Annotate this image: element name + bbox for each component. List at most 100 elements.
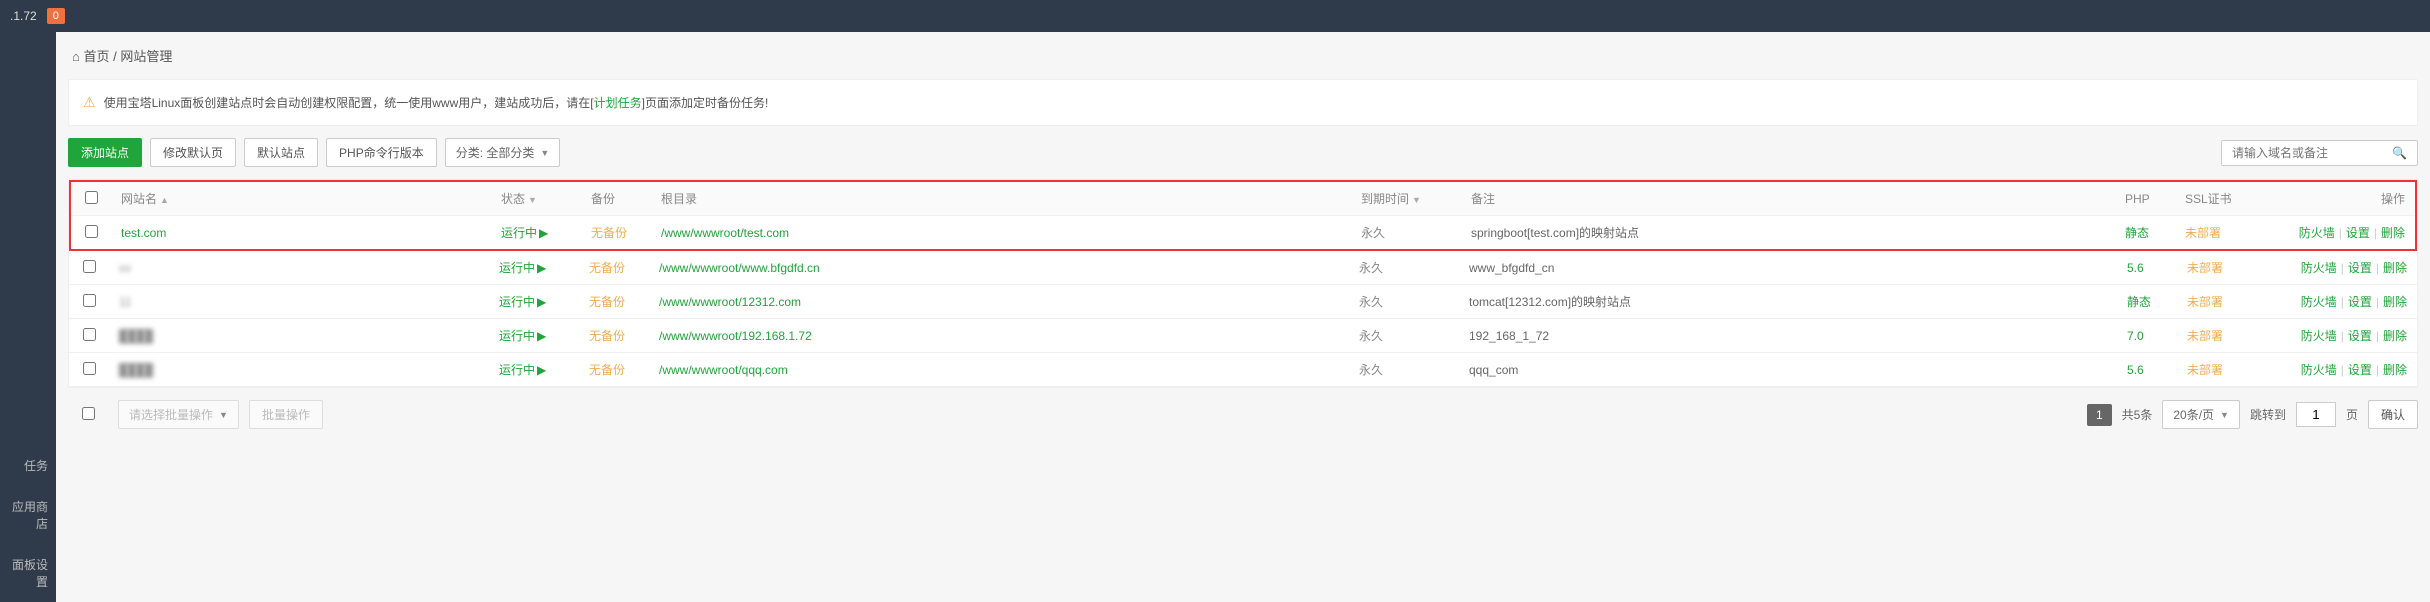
row-checkbox[interactable] bbox=[83, 294, 96, 307]
col-name[interactable]: 网站名▲ bbox=[111, 182, 491, 215]
delete-link[interactable]: 删除 bbox=[2383, 363, 2407, 377]
site-name-link[interactable]: test.com bbox=[121, 226, 166, 240]
batch-select-dropdown[interactable]: 请选择批量操作 ▼ bbox=[118, 400, 239, 429]
alert-link[interactable]: 计划任务 bbox=[594, 96, 642, 110]
sort-icon: ▼ bbox=[1412, 195, 1421, 205]
col-root: 根目录 bbox=[651, 182, 1351, 215]
status-link[interactable]: 运行中▶ bbox=[499, 329, 546, 343]
topbar: .1.72 0 bbox=[0, 0, 2430, 32]
note-text: tomcat[12312.com]的映射站点 bbox=[1469, 295, 1631, 309]
topbar-ip-suffix: .1.72 bbox=[0, 9, 47, 23]
status-link[interactable]: 运行中▶ bbox=[499, 295, 546, 309]
col-status[interactable]: 状态▼ bbox=[491, 182, 581, 215]
play-icon: ▶ bbox=[537, 261, 546, 275]
ssl-link[interactable]: 未部署 bbox=[2187, 261, 2223, 275]
expire-text: 永久 bbox=[1359, 261, 1383, 275]
alert-text-pre: 使用宝塔Linux面板创建站点时会自动创建权限配置，统一使用www用户，建站成功… bbox=[104, 96, 594, 110]
root-dir-link[interactable]: /www/wwwroot/12312.com bbox=[659, 295, 801, 309]
firewall-link[interactable]: 防火墙 bbox=[2301, 329, 2337, 343]
delete-link[interactable]: 删除 bbox=[2383, 329, 2407, 343]
sidebar-item-tasks[interactable]: 任务 bbox=[0, 445, 56, 486]
category-dropdown-label: 分类: 全部分类 bbox=[456, 144, 535, 161]
alert-panel: ⚠ 使用宝塔Linux面板创建站点时会自动创建权限配置，统一使用www用户，建站… bbox=[68, 79, 2418, 126]
php-link[interactable]: 5.6 bbox=[2127, 363, 2144, 377]
php-link[interactable]: 7.0 bbox=[2127, 329, 2144, 343]
col-php: PHP bbox=[2115, 184, 2175, 214]
play-icon: ▶ bbox=[537, 295, 546, 309]
category-dropdown[interactable]: 分类: 全部分类 ▼ bbox=[445, 138, 561, 167]
breadcrumb-home[interactable]: 首页 bbox=[83, 49, 109, 64]
php-link[interactable]: 5.6 bbox=[2127, 261, 2144, 275]
root-dir-link[interactable]: /www/wwwroot/qqq.com bbox=[659, 363, 788, 377]
default-page-button[interactable]: 修改默认页 bbox=[150, 138, 236, 167]
sidebar-item-appstore[interactable]: 应用商店 bbox=[0, 486, 56, 544]
select-all-bottom-checkbox[interactable] bbox=[82, 407, 95, 420]
firewall-link[interactable]: 防火墙 bbox=[2301, 295, 2337, 309]
root-dir-link[interactable]: /www/wwwroot/www.bfgdfd.cn bbox=[659, 261, 820, 275]
ssl-link[interactable]: 未部署 bbox=[2187, 295, 2223, 309]
main: ⌂ 首页 / 网站管理 ⚠ 使用宝塔Linux面板创建站点时会自动创建权限配置，… bbox=[56, 32, 2430, 602]
backup-link[interactable]: 无备份 bbox=[589, 363, 625, 377]
row-checkbox[interactable] bbox=[83, 362, 96, 375]
root-dir-link[interactable]: /www/wwwroot/192.168.1.72 bbox=[659, 329, 812, 343]
site-name-link[interactable]: ████ bbox=[119, 329, 153, 343]
table-row: test.com运行中▶无备份/www/wwwroot/test.com永久sp… bbox=[69, 216, 2417, 251]
firewall-link[interactable]: 防火墙 bbox=[2301, 363, 2337, 377]
delete-link[interactable]: 删除 bbox=[2381, 226, 2405, 240]
site-name-link[interactable]: vv bbox=[119, 261, 131, 275]
delete-link[interactable]: 删除 bbox=[2383, 295, 2407, 309]
expire-text: 永久 bbox=[1359, 363, 1383, 377]
select-all-checkbox[interactable] bbox=[85, 191, 98, 204]
sidebar-item-settings[interactable]: 面板设置 bbox=[0, 544, 56, 602]
site-name-link[interactable]: 11 bbox=[119, 295, 131, 309]
status-link[interactable]: 运行中▶ bbox=[499, 261, 546, 275]
row-checkbox[interactable] bbox=[83, 328, 96, 341]
play-icon: ▶ bbox=[537, 329, 546, 343]
php-cli-button[interactable]: PHP命令行版本 bbox=[326, 138, 437, 167]
backup-link[interactable]: 无备份 bbox=[589, 261, 625, 275]
sort-icon: ▲ bbox=[160, 195, 169, 205]
backup-link[interactable]: 无备份 bbox=[589, 329, 625, 343]
php-link[interactable]: 静态 bbox=[2127, 295, 2151, 309]
expire-text: 永久 bbox=[1361, 226, 1385, 240]
delete-link[interactable]: 删除 bbox=[2383, 261, 2407, 275]
ssl-link[interactable]: 未部署 bbox=[2187, 329, 2223, 343]
status-link[interactable]: 运行中▶ bbox=[499, 363, 546, 377]
col-ssl: SSL证书 bbox=[2175, 182, 2255, 215]
default-site-button[interactable]: 默认站点 bbox=[244, 138, 318, 167]
row-checkbox[interactable] bbox=[85, 225, 98, 238]
col-note: 备注 bbox=[1461, 182, 2115, 215]
pager-pagesize-dropdown[interactable]: 20条/页 ▼ bbox=[2162, 400, 2240, 429]
status-link[interactable]: 运行中▶ bbox=[501, 226, 548, 240]
settings-link[interactable]: 设置 bbox=[2348, 329, 2372, 343]
backup-link[interactable]: 无备份 bbox=[589, 295, 625, 309]
php-link[interactable]: 静态 bbox=[2125, 226, 2149, 240]
play-icon: ▶ bbox=[537, 363, 546, 377]
search-button[interactable]: 🔍 bbox=[2382, 141, 2417, 165]
backup-link[interactable]: 无备份 bbox=[591, 226, 627, 240]
ssl-link[interactable]: 未部署 bbox=[2185, 226, 2221, 240]
topbar-badge[interactable]: 0 bbox=[47, 8, 65, 24]
settings-link[interactable]: 设置 bbox=[2346, 226, 2370, 240]
firewall-link[interactable]: 防火墙 bbox=[2299, 226, 2335, 240]
table-row: 11运行中▶无备份/www/wwwroot/12312.com永久tomcat[… bbox=[69, 285, 2417, 319]
add-site-button[interactable]: 添加站点 bbox=[68, 138, 142, 167]
row-checkbox[interactable] bbox=[83, 260, 96, 273]
pager-goto-input[interactable] bbox=[2296, 402, 2336, 427]
settings-link[interactable]: 设置 bbox=[2348, 363, 2372, 377]
batch-select-label: 请选择批量操作 bbox=[129, 406, 213, 423]
pager-goto-post: 页 bbox=[2346, 406, 2358, 423]
firewall-link[interactable]: 防火墙 bbox=[2301, 261, 2337, 275]
col-expire[interactable]: 到期时间▼ bbox=[1351, 182, 1461, 215]
search-input[interactable] bbox=[2222, 141, 2382, 165]
pager-current[interactable]: 1 bbox=[2087, 404, 2112, 426]
alert-text-post: ]页面添加定时备份任务! bbox=[642, 96, 769, 110]
pager-confirm-button[interactable]: 确认 bbox=[2368, 400, 2418, 429]
site-name-link[interactable]: ████ bbox=[119, 363, 153, 377]
batch-exec-button[interactable]: 批量操作 bbox=[249, 400, 323, 429]
root-dir-link[interactable]: /www/wwwroot/test.com bbox=[661, 226, 789, 240]
settings-link[interactable]: 设置 bbox=[2348, 261, 2372, 275]
table-footer: 请选择批量操作 ▼ 批量操作 1 共5条 20条/页 ▼ 跳转到 页 确认 bbox=[68, 400, 2418, 429]
ssl-link[interactable]: 未部署 bbox=[2187, 363, 2223, 377]
settings-link[interactable]: 设置 bbox=[2348, 295, 2372, 309]
